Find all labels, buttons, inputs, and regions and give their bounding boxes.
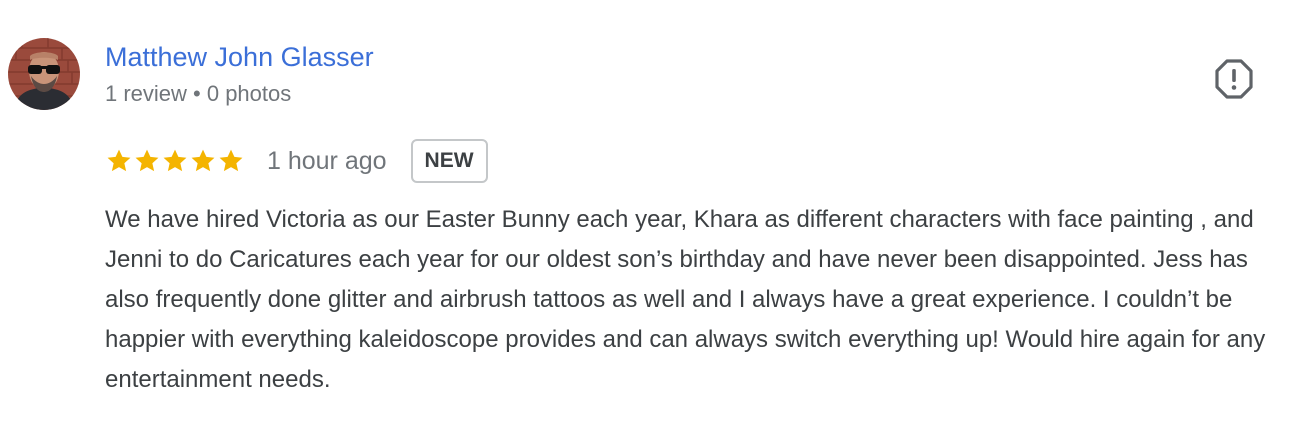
author-meta: 1 review • 0 photos: [105, 81, 292, 106]
star-icon: [135, 149, 159, 172]
new-badge: NEW: [410, 139, 488, 183]
review-time: 1 hour ago: [267, 146, 387, 175]
report-flag-icon[interactable]: [1213, 58, 1255, 100]
star-icon: [107, 149, 131, 172]
review-text: We have hired Victoria as our Easter Bun…: [105, 206, 1266, 393]
star-icon: [191, 149, 215, 172]
rating-row: 1 hour ago NEW: [105, 137, 488, 185]
avatar[interactable]: [8, 38, 80, 110]
author-name[interactable]: Matthew John Glasser: [105, 40, 374, 74]
star-icon: [163, 149, 187, 172]
star-rating: [105, 147, 245, 175]
user-photo-icon: [8, 38, 80, 110]
star-icon: [219, 149, 243, 172]
